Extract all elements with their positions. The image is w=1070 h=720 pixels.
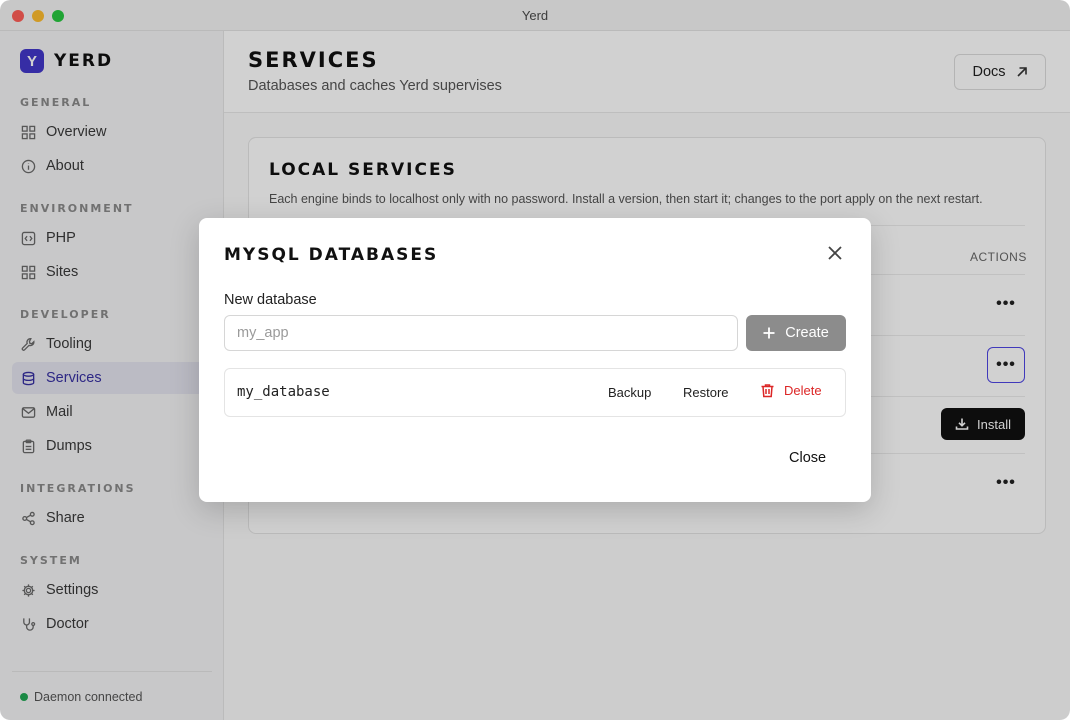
restore-button[interactable]: Restore [683, 385, 729, 400]
trash-icon [761, 384, 774, 398]
new-database-label: New database [224, 292, 317, 308]
delete-button[interactable]: Delete [760, 383, 822, 398]
create-button[interactable]: Create [746, 315, 846, 351]
database-name: my_database [237, 384, 330, 400]
app-window: Yerd Y YERD GENERAL Overview About ENVIR… [0, 0, 1070, 720]
close-icon[interactable] [826, 244, 844, 262]
new-database-input[interactable] [224, 315, 738, 351]
plus-icon [763, 327, 775, 339]
backup-button[interactable]: Backup [608, 385, 651, 400]
create-button-label: Create [785, 325, 829, 341]
mysql-databases-dialog: MYSQL DATABASES New database Create my_d… [199, 218, 871, 502]
dialog-title: MYSQL DATABASES [224, 245, 439, 265]
delete-button-label: Delete [784, 383, 822, 398]
close-button[interactable]: Close [789, 450, 826, 466]
database-row: my_database Backup Restore Delete [224, 368, 846, 417]
